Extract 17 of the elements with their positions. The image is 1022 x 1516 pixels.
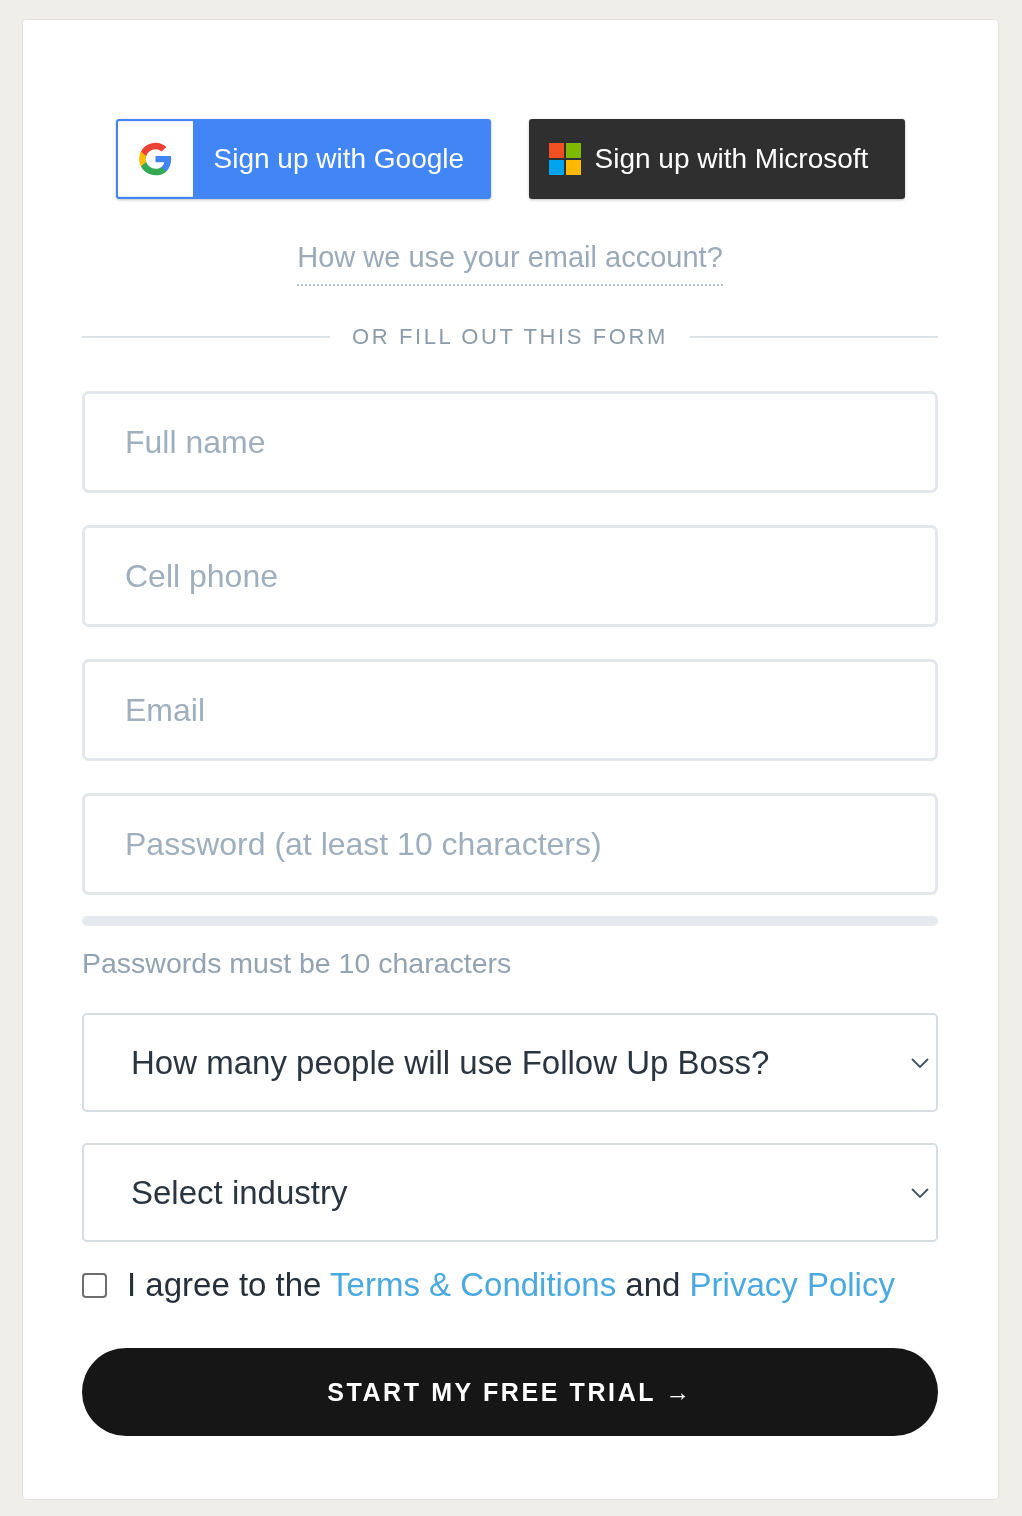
g-logo-icon: [117, 121, 193, 197]
start-trial-button[interactable]: START MY FREE TRIAL →: [82, 1348, 938, 1436]
password-hint: Passwords must be 10 characters: [82, 947, 513, 979]
input-field[interactable]: Full name: [82, 391, 938, 493]
microsoft-sign-up-button[interactable]: Sign up with Microsoft: [528, 119, 905, 199]
agreement-text: I agree to the Terms & Conditions and Privacy Policy: [127, 1266, 895, 1304]
dropdown[interactable]: Select industry: [82, 1143, 938, 1242]
input-field[interactable]: Cell phone: [82, 525, 938, 627]
four-squares-icon: [548, 143, 581, 175]
chevron-icon: [911, 1057, 929, 1068]
dropdown[interactable]: How many people will use Follow Up Boss?: [82, 1013, 938, 1112]
checkbox[interactable]: [82, 1272, 107, 1298]
input-field[interactable]: Email: [82, 659, 938, 761]
chevron-icon: [911, 1187, 929, 1198]
google-sign-up-button[interactable]: Sign up with Google: [115, 119, 491, 199]
input-field[interactable]: Password (at least 10 characters): [82, 793, 938, 895]
divider-label: OR FILL OUT THIS FORM: [352, 324, 668, 350]
